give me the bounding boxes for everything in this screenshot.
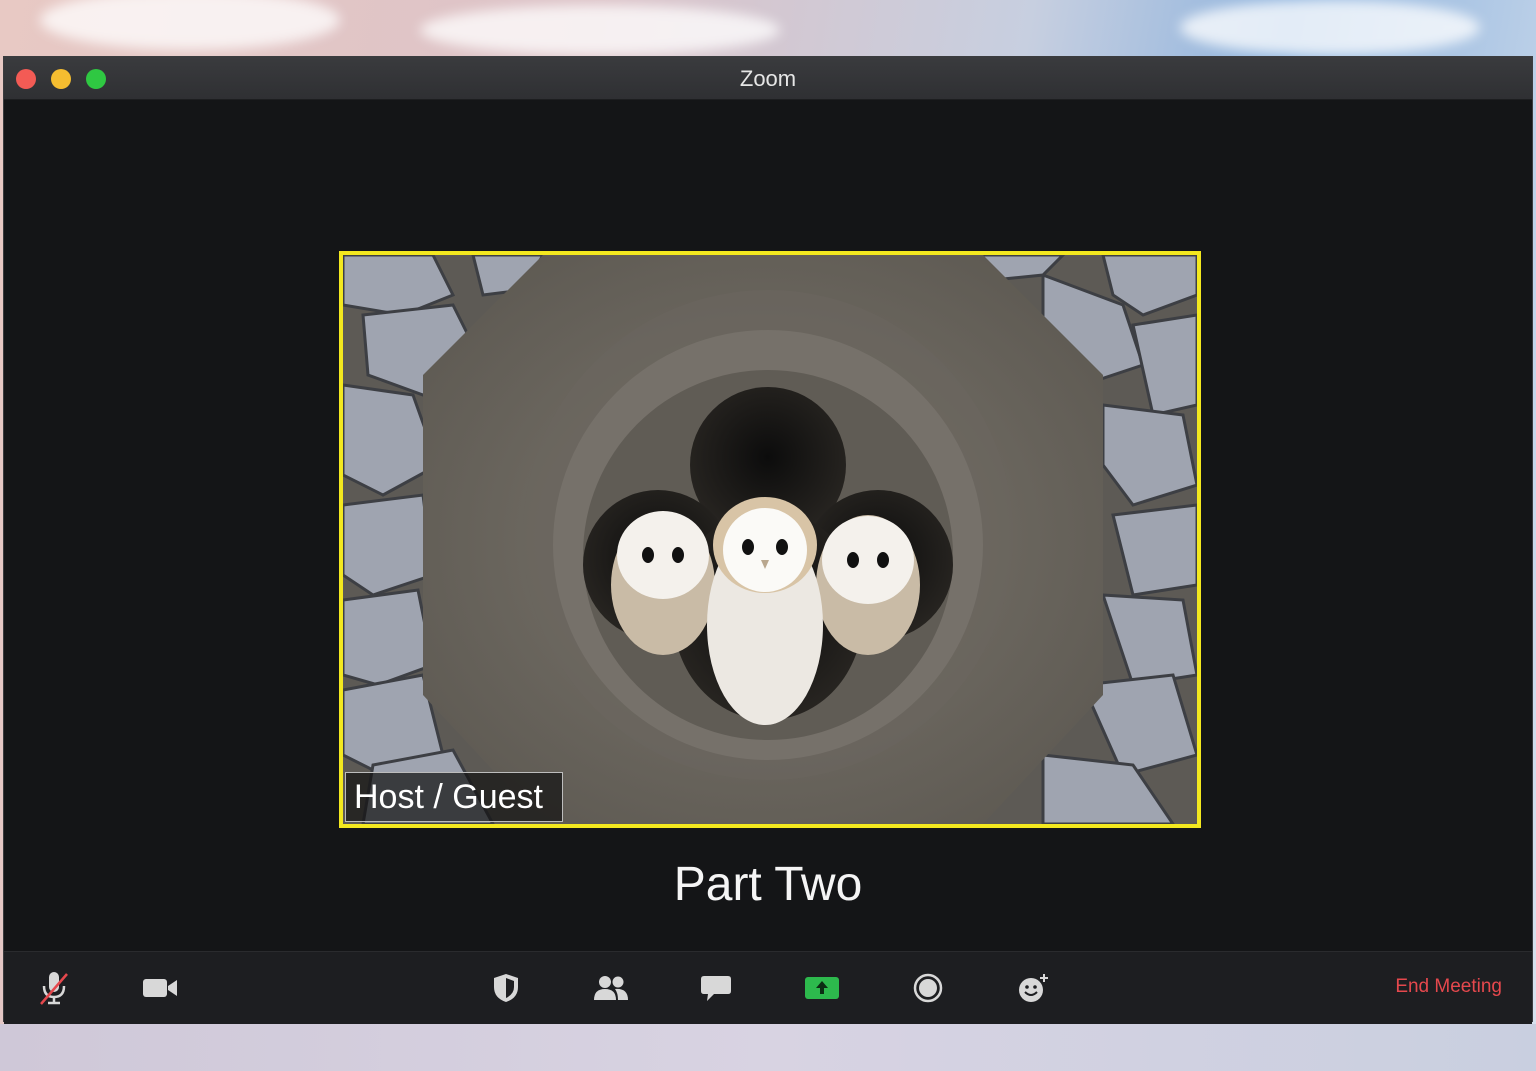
active-speaker-video[interactable]: Host / Guest	[339, 251, 1201, 828]
record-icon	[913, 973, 943, 1003]
reactions-button[interactable]	[1013, 968, 1053, 1008]
chat-icon	[701, 976, 731, 1001]
participant-name-tag: Host / Guest	[345, 772, 563, 822]
title-bar: Zoom	[4, 57, 1532, 100]
share-screen-icon	[805, 977, 839, 999]
video-camera-icon	[143, 979, 177, 997]
video-feed-image	[343, 255, 1197, 824]
meeting-toolbar: End Meeting	[4, 951, 1532, 1024]
share-screen-button[interactable]	[802, 968, 842, 1008]
mute-button[interactable]	[34, 968, 74, 1008]
record-button[interactable]	[908, 968, 948, 1008]
chat-button[interactable]	[696, 968, 736, 1008]
security-shield-icon	[494, 974, 518, 1002]
video-toggle-button[interactable]	[140, 968, 180, 1008]
desktop-wallpaper-bottom	[0, 1024, 1536, 1071]
zoom-window: Zoom Host / Guest Part Two End Meeting	[3, 56, 1533, 1024]
desktop-wallpaper-top	[0, 0, 1536, 56]
security-button[interactable]	[486, 968, 526, 1008]
reactions-icon	[1019, 974, 1048, 1002]
participants-icon	[594, 976, 628, 1000]
participants-button[interactable]	[591, 968, 631, 1008]
microphone-muted-icon	[40, 972, 68, 1005]
window-title: Zoom	[739, 66, 797, 91]
end-meeting-button[interactable]: End Meeting	[1395, 976, 1502, 998]
caption-text: Part Two	[673, 858, 863, 911]
